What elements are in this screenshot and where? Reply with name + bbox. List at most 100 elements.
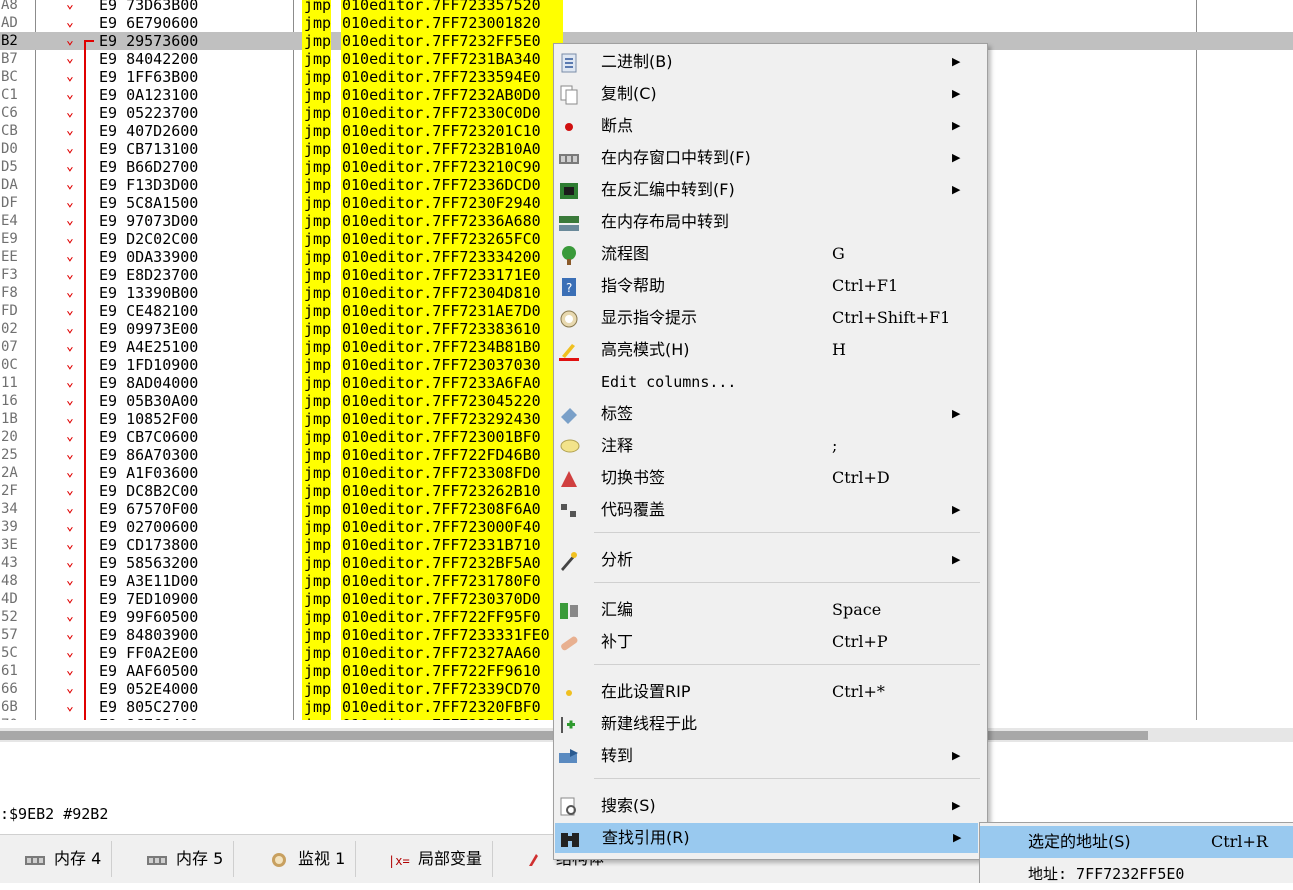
operand-cell: 010editor.7FF723001BF0 [341,428,563,446]
bytes-cell: E9 CB713100 [99,140,199,158]
address-cell: 5C [1,645,18,661]
mnemonic-cell: jmp [302,32,332,50]
highlight-icon [559,344,579,361]
jump-arrow-icon: ⌄ [66,609,74,624]
submenu-item-selected-address[interactable]: 选定的地址(S) Ctrl+R [980,826,1293,858]
jump-arrow-icon: ⌄ [66,321,74,336]
menu-item-label: 转到 [601,746,634,765]
bytes-cell: E9 84803900 [99,626,199,644]
mnemonic-cell: jmp [302,374,332,392]
bytes-cell: E9 1FF63B00 [99,68,199,86]
menu-item[interactable]: 高亮模式(H) H [554,335,977,365]
operand-cell: 010editor.7FF72330C0D0 [341,104,563,122]
menu-item[interactable]: 流程图 G [554,239,977,269]
menu-item[interactable]: 注释; [554,431,977,461]
jump-arrow-icon: ⌄ [66,393,74,408]
menu-item-shortcut: Ctrl+P [832,632,888,651]
menu-item[interactable]: ? 指令帮助 Ctrl+F1 [554,271,977,301]
bytes-cell: E9 407D2600 [99,122,199,140]
address-cell: 6B [1,699,18,715]
tab-locals[interactable]: |x=| 局部变量 [378,841,494,877]
menu-item[interactable]: 补丁 Ctrl+P [554,627,977,657]
menu-item-label: Edit columns... [601,373,737,391]
jump-arrow-icon: ⌄ [66,681,74,696]
menu-item[interactable]: 在内存布局中转到 [554,207,977,237]
menu-item[interactable]: 复制(C) ▶ [554,79,977,109]
operand-cell: 010editor.7FF7231BA340 [341,50,563,68]
menu-item[interactable]: 新建线程于此 [554,709,977,739]
bytes-cell: E9 8C763400 [99,716,289,720]
address-cell: D5 [1,159,18,175]
menu-item-label: 新建线程于此 [601,714,698,733]
menu-item[interactable]: 分析 ▶ [554,545,977,575]
memory-map-icon [559,216,579,231]
bytes-cell: E9 AAF60500 [99,662,199,680]
search-icon [560,797,576,816]
address-cell: 34 [1,501,18,517]
menu-item[interactable]: 在此设置RIP Ctrl+* [554,677,977,707]
copy-icon [560,85,578,105]
tab-memory-4[interactable]: 内存 4 [14,841,113,877]
jump-arrow-icon: ⌄ [66,375,74,390]
menu-item-label: 在内存窗口中转到(F) [601,148,751,167]
mnemonic-cell: jmp [302,518,332,536]
tab-label: 局部变量 [418,849,483,868]
mnemonic-cell: jmp [302,590,332,608]
assemble-icon [560,603,578,619]
menu-item-label: 指令帮助 [601,276,666,295]
disasm-row[interactable]: AD ⌄ E9 6E790600 jmp 010editor.7FF723001820 [0,14,1293,32]
tab-memory-5[interactable]: 内存 5 [136,841,235,877]
menu-item[interactable]: 搜索(S) ▶ [554,791,977,821]
menu-item-label: 标签 [601,404,634,423]
menu-item-shortcut: ; [832,436,838,455]
graph-icon [562,246,576,265]
disasm-row[interactable]: A8 ⌄ E9 73D63B00 jmp 010editor.7FF723357520 [0,0,1293,14]
bytes-cell: E9 6E790600 [99,14,199,32]
menu-item-shortcut: Ctrl+Shift+F1 [832,308,951,327]
jump-arrow-icon: ⌄ [66,231,74,246]
menu-item[interactable]: 切换书签 Ctrl+D [554,463,977,493]
bytes-cell: E9 CB7C0600 [99,428,199,446]
menu-item[interactable]: Edit columns... [554,367,977,397]
binoculars-icon [561,833,579,847]
tab-watch-1[interactable]: 监视 1 [258,841,357,877]
jump-arrow-icon: ⌄ [66,0,74,12]
submenu-arrow-icon: ▶ [952,183,961,196]
memory-icon [147,855,167,865]
address-cell: 48 [1,573,18,589]
operand-cell: 010editor.7FF722FD46B0 [341,446,563,464]
submenu-arrow-icon: ▶ [952,503,961,516]
menu-item[interactable]: 在内存窗口中转到(F) ▶ [554,143,977,173]
menu-item[interactable]: 标签 ▶ [554,399,977,429]
menu-item[interactable]: 转到 ▶ [554,741,977,771]
menu-item[interactable]: 汇编 Space [554,595,977,625]
operand-cell: 010editor.7FF7233A6FA0 [341,374,563,392]
menu-item[interactable]: 显示指令提示 Ctrl+Shift+F1 [554,303,977,333]
menu-item-label: 复制(C) [601,84,657,103]
operand-cell: 010editor.7FF72320FBF0 [341,698,563,716]
jump-arrow-icon: ⌄ [66,645,74,660]
jump-arrow-icon: ⌄ [66,177,74,192]
address-cell: B2 [1,33,18,49]
menu-item[interactable]: 在反汇编中转到(F) ▶ [554,175,977,205]
menu-item[interactable]: 断点 ▶ [554,111,977,141]
menu-item[interactable]: 查找引用(R) ▶ [555,823,978,853]
bytes-cell: E9 DC8B2C00 [99,482,199,500]
address-cell: FD [1,303,18,319]
operand-cell: 010editor.7FF7230F2940 [341,194,563,212]
jump-arrow-icon: ⌄ [66,15,74,30]
menu-item[interactable]: 二进制(B) ▶ [554,47,977,77]
mnemonic-cell: jmp [302,428,332,446]
address-cell: 57 [1,627,18,643]
menu-item[interactable]: 代码覆盖 ▶ [554,495,977,525]
mnemonic-cell: jmp [302,500,332,518]
address-cell: 52 [1,609,18,625]
mnemonic-cell: jmp [302,176,332,194]
address-cell: DF [1,195,18,211]
bytes-cell: E9 FF0A2E00 [99,644,199,662]
address-cell: DA [1,177,18,193]
jump-arrow-icon: ⌄ [66,339,74,354]
mnemonic-cell: jmp [302,320,332,338]
jump-arrow-icon: ⌄ [66,87,74,102]
submenu-item-address[interactable]: 地址: 7FF7232FF5E0 [980,858,1293,890]
